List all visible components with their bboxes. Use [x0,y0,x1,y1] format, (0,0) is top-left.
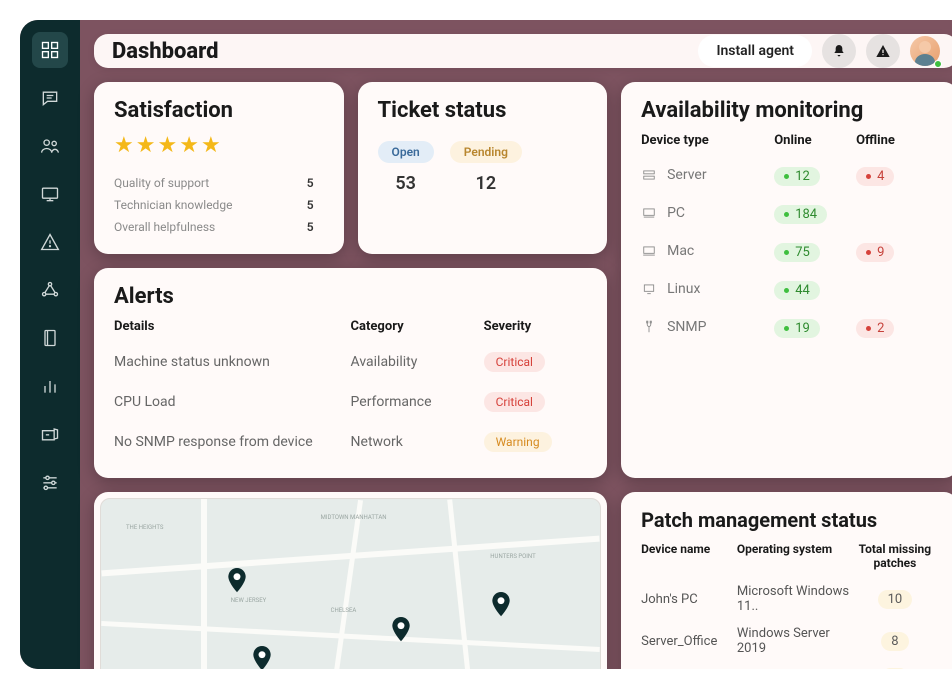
satisfaction-title: Satisfaction [114,98,324,123]
linux-icon [641,282,657,296]
patches-header: Device name Operating system Total missi… [641,542,938,578]
alert-row: Machine status unknown Availability Crit… [114,342,587,382]
warnings-button[interactable] [866,34,900,68]
star-icon: ★ [179,133,199,158]
app-shell: Dashboard Install agent Satisfaction ★ ★… [20,20,952,669]
main: Dashboard Install agent Satisfaction ★ ★… [80,20,952,669]
map-pin-icon[interactable] [251,646,273,669]
star-icon: ★ [201,133,221,158]
topbar: Dashboard Install agent [94,34,952,68]
availability-header: Device type Online Offline [641,133,938,156]
sidebar [20,20,80,669]
patch-row: Server_Office Windows Server 2019 8 [641,620,938,662]
satisfaction-row: Quality of support5 [114,172,324,194]
star-icon: ★ [114,133,134,158]
nav-billing[interactable] [32,416,68,452]
map-pin-icon[interactable] [390,617,412,647]
snmp-icon [641,320,657,334]
map-pin-icon[interactable] [226,568,248,598]
alerts-title: Alerts [114,284,587,309]
star-icon: ★ [157,133,177,158]
alert-row: No SNMP response from device Network War… [114,422,587,462]
mac-icon [641,244,657,258]
patch-management-card: Patch management status Device name Oper… [621,492,952,669]
nav-dashboard[interactable] [32,32,68,68]
pc-icon [641,206,657,220]
install-agent-button[interactable]: Install agent [698,35,812,67]
alerts-header: Details Category Severity [114,319,587,342]
patch-row: Lili's MacBook macOS Ventura x64 7 [641,662,938,669]
availability-row: SNMP 19 2 [641,308,938,346]
tickets-pending: Pending 12 [450,141,522,194]
patches-title: Patch management status [641,508,938,532]
notifications-button[interactable] [822,34,856,68]
nav-alerts[interactable] [32,224,68,260]
alerts-card: Alerts Details Category Severity Machine… [94,268,607,478]
map-card: THE HEIGHTS MIDTOWN MANHATTAN NEW JERSEY… [94,492,607,669]
page-title: Dashboard [112,39,219,64]
nav-reports[interactable] [32,368,68,404]
availability-row: Mac 75 9 [641,232,938,270]
server-icon [641,168,657,182]
availability-row: PC 184 [641,194,938,232]
nav-network[interactable] [32,272,68,308]
patch-row: John's PC Microsoft Windows 11.. 10 [641,578,938,620]
star-icon: ★ [136,133,156,158]
tickets-open: Open 53 [378,141,434,194]
nav-messages[interactable] [32,80,68,116]
alert-row: CPU Load Performance Critical [114,382,587,422]
tickets-title: Ticket status [378,98,588,123]
availability-row: Server 12 4 [641,156,938,194]
availability-card: Availability monitoring Device type Onli… [621,82,952,478]
satisfaction-card: Satisfaction ★ ★ ★ ★ ★ Quality of suppor… [94,82,344,254]
availability-title: Availability monitoring [641,98,938,123]
stars: ★ ★ ★ ★ ★ [114,133,324,158]
nav-docs[interactable] [32,320,68,356]
satisfaction-row: Overall helpfulness5 [114,216,324,238]
map[interactable]: THE HEIGHTS MIDTOWN MANHATTAN NEW JERSEY… [100,498,601,669]
dashboard-grid: Satisfaction ★ ★ ★ ★ ★ Quality of suppor… [94,82,952,669]
map-pin-icon[interactable] [490,592,512,622]
avatar-wrapper[interactable] [900,36,940,66]
nav-settings[interactable] [32,464,68,500]
nav-users[interactable] [32,128,68,164]
presence-dot-icon [934,60,942,68]
satisfaction-row: Technician knowledge5 [114,194,324,216]
availability-row: Linux 44 [641,270,938,308]
nav-devices[interactable] [32,176,68,212]
ticket-status-card: Ticket status Open 53 Pending 12 [358,82,608,254]
